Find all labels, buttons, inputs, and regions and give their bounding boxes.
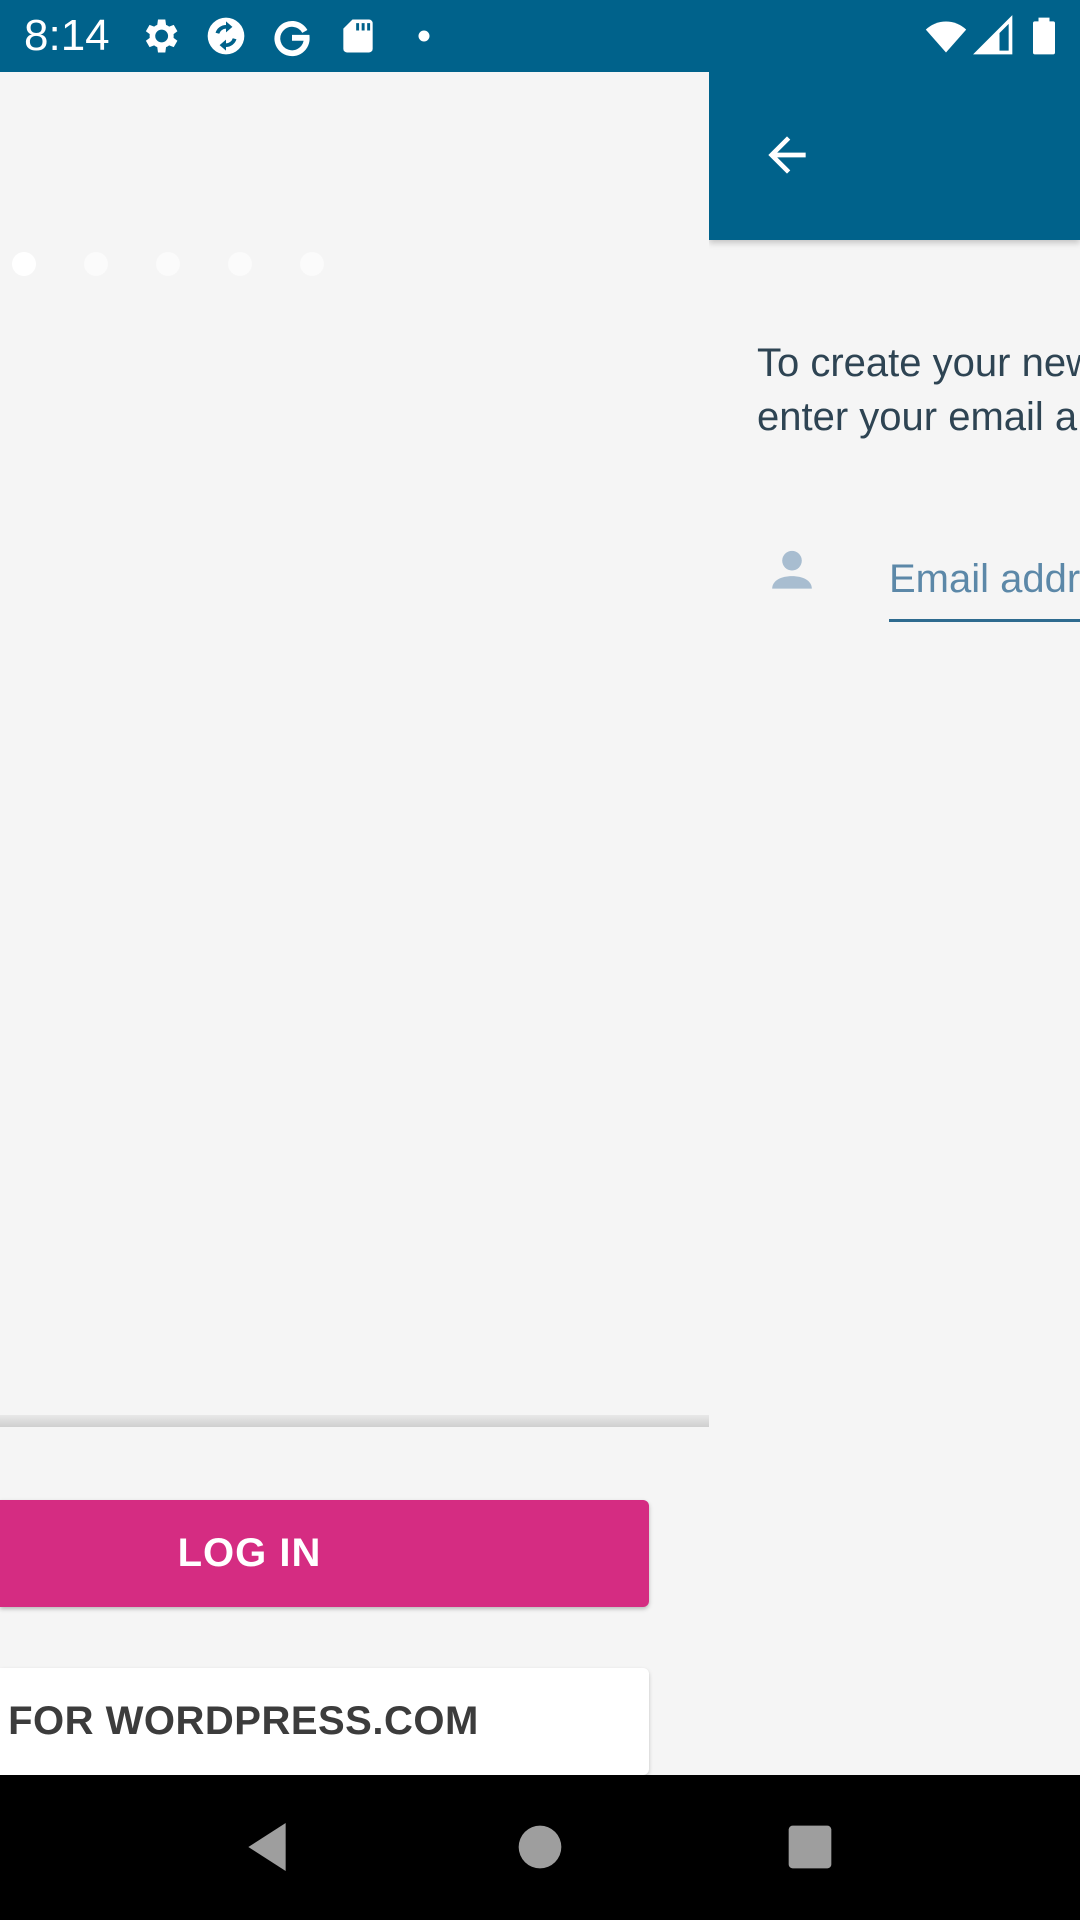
battery-icon xyxy=(1022,14,1066,58)
back-arrow-icon[interactable] xyxy=(759,127,815,183)
signup-email-screen: To create your new enter your email a xyxy=(709,72,1080,1775)
page-dot-active[interactable] xyxy=(12,252,36,276)
login-button-label: LOG IN xyxy=(177,1531,322,1575)
signal-icon xyxy=(972,14,1016,58)
email-field[interactable] xyxy=(889,548,1080,622)
intro-text: To create your new enter your email a xyxy=(757,341,1080,439)
navigation-bar xyxy=(0,1775,1080,1920)
login-button[interactable]: LOG IN xyxy=(0,1500,649,1607)
status-bar: 8:14 xyxy=(0,0,1080,72)
screen: 8:14 LOG IN P FOR WORDPRESS.COM To creat… xyxy=(0,0,1080,1920)
gear-icon xyxy=(138,14,182,58)
signup-button[interactable]: P FOR WORDPRESS.COM xyxy=(0,1668,649,1775)
notification-dot-icon xyxy=(402,14,446,58)
person-icon xyxy=(764,542,820,598)
page-dot[interactable] xyxy=(228,252,252,276)
wifi-icon xyxy=(924,14,968,58)
sd-card-icon xyxy=(336,14,380,58)
page-dot[interactable] xyxy=(156,252,180,276)
page-dot[interactable] xyxy=(84,252,108,276)
page-dot[interactable] xyxy=(300,252,324,276)
signup-button-label: P FOR WORDPRESS.COM xyxy=(0,1699,479,1743)
intro-screen: LOG IN P FOR WORDPRESS.COM xyxy=(0,72,709,1775)
back-triangle-icon[interactable] xyxy=(235,1815,299,1879)
status-time: 8:14 xyxy=(24,11,110,60)
google-icon xyxy=(270,14,314,58)
home-circle-icon[interactable] xyxy=(508,1815,572,1879)
recents-square-icon[interactable] xyxy=(778,1815,842,1879)
divider xyxy=(0,1415,709,1427)
app-bar xyxy=(709,72,1080,240)
sync-icon xyxy=(204,14,248,58)
page-indicator xyxy=(0,72,709,276)
